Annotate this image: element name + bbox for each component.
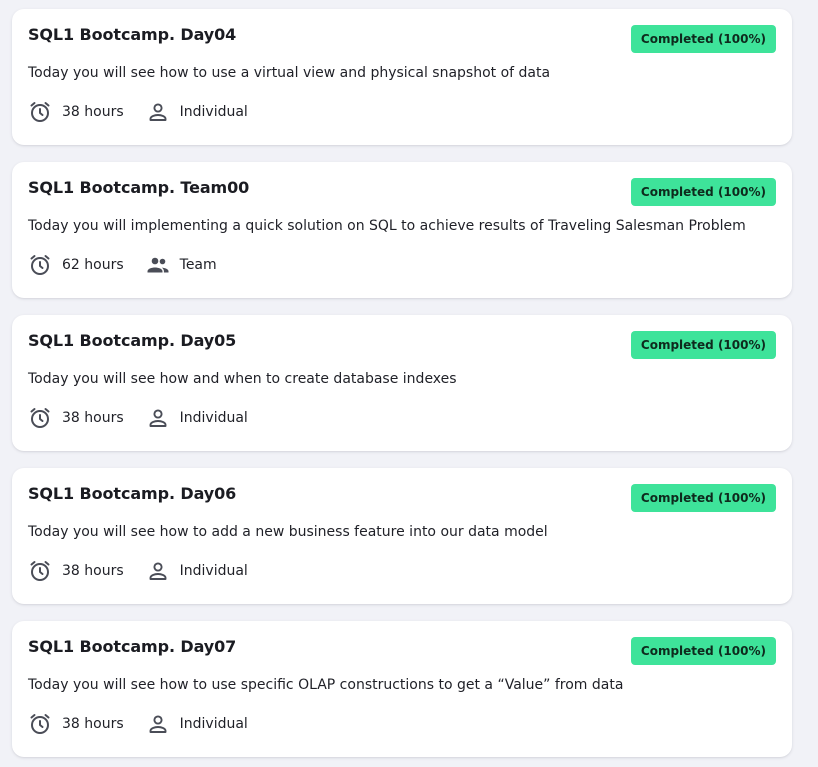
project-card[interactable]: SQL1 Bootcamp. Day04 Completed (100%) To… [12,9,792,145]
team-icon [146,253,170,277]
alarm-clock-icon [28,253,52,277]
duration-info: 38 hours [28,406,124,430]
status-badge: Completed (100%) [630,25,776,53]
duration-info: 38 hours [28,712,124,736]
duration-info: 38 hours [28,559,124,583]
project-card[interactable]: SQL1 Bootcamp. Team00 Completed (100%) T… [12,162,792,298]
status-badge: Completed (100%) [630,637,776,665]
duration-label: 62 hours [62,257,124,273]
project-meta: 38 hours Individual [28,406,248,430]
project-meta: 38 hours Individual [28,100,248,124]
participation-info: Team [146,253,217,277]
project-description: Today you will see how to add a new busi… [28,524,548,540]
project-description: Today you will see how to use a virtual … [28,65,551,81]
alarm-clock-icon [28,406,52,430]
scrollbar-track[interactable] [810,0,818,767]
project-card[interactable]: SQL1 Bootcamp. Day07 Completed (100%) To… [12,621,792,757]
project-title: SQL1 Bootcamp. Day04 [28,25,237,44]
status-badge: Completed (100%) [630,178,776,206]
participation-info: Individual [146,712,248,736]
person-icon [146,559,170,583]
project-meta: 62 hours Team [28,253,217,277]
participation-type-label: Individual [179,563,248,579]
duration-info: 38 hours [28,100,124,124]
project-meta: 38 hours Individual [28,712,248,736]
project-title: SQL1 Bootcamp. Day07 [28,637,237,656]
duration-label: 38 hours [62,563,124,579]
participation-info: Individual [146,100,248,124]
participation-type-label: Individual [179,410,248,426]
person-icon [146,100,170,124]
status-badge: Completed (100%) [630,331,776,359]
project-description: Today you will see how to use specific O… [28,677,624,693]
project-title: SQL1 Bootcamp. Day06 [28,484,237,503]
participation-type-label: Team [179,257,217,273]
project-description: Today you will see how and when to creat… [28,371,457,387]
duration-label: 38 hours [62,716,124,732]
alarm-clock-icon [28,712,52,736]
project-title: SQL1 Bootcamp. Team00 [28,178,250,197]
project-card[interactable]: SQL1 Bootcamp. Day05 Completed (100%) To… [12,315,792,451]
project-description: Today you will implementing a quick solu… [28,218,746,234]
project-card[interactable]: SQL1 Bootcamp. Day06 Completed (100%) To… [12,468,792,604]
duration-label: 38 hours [62,104,124,120]
alarm-clock-icon [28,100,52,124]
person-icon [146,712,170,736]
status-badge: Completed (100%) [630,484,776,512]
participation-type-label: Individual [179,104,248,120]
duration-label: 38 hours [62,410,124,426]
participation-type-label: Individual [179,716,248,732]
person-icon [146,406,170,430]
project-meta: 38 hours Individual [28,559,248,583]
alarm-clock-icon [28,559,52,583]
project-title: SQL1 Bootcamp. Day05 [28,331,237,350]
duration-info: 62 hours [28,253,124,277]
participation-info: Individual [146,406,248,430]
participation-info: Individual [146,559,248,583]
